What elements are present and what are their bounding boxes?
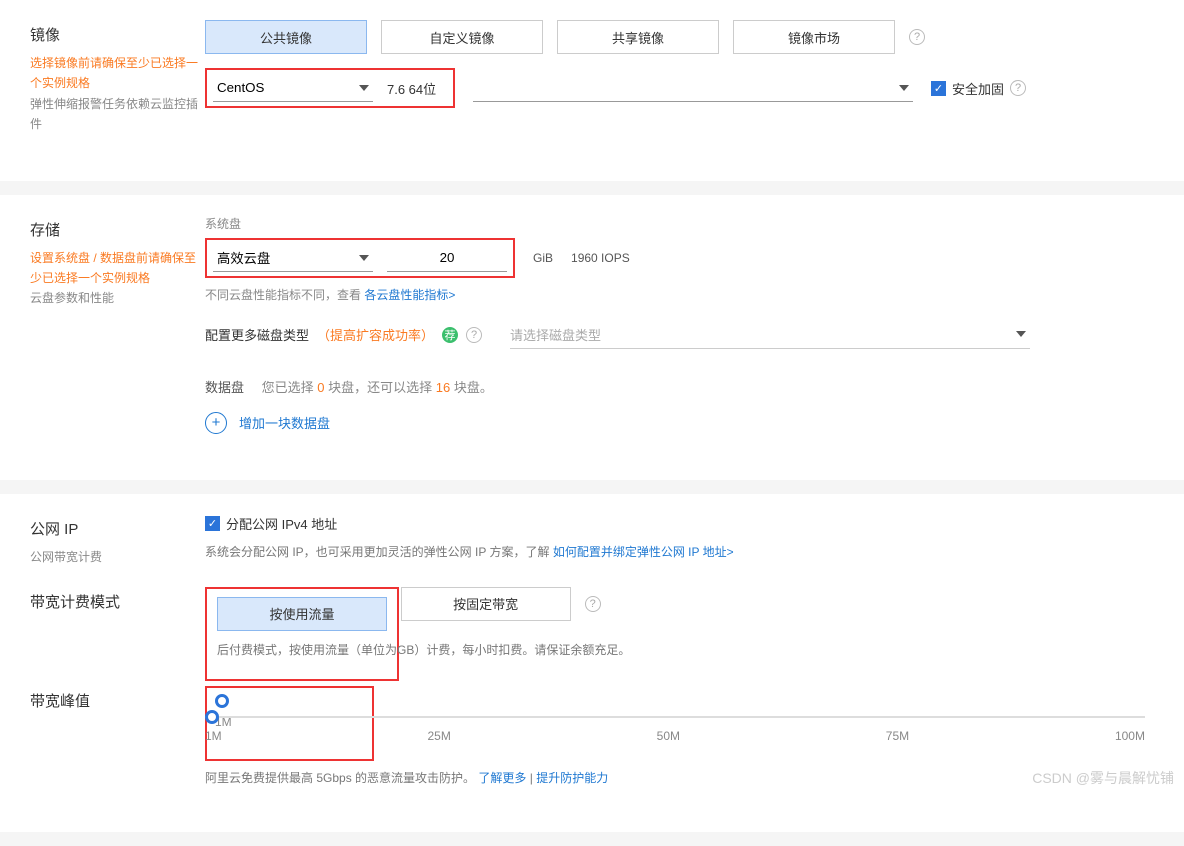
section-storage-title: 存储 [30, 219, 205, 240]
assign-ip-checkbox[interactable]: ✓ [205, 516, 220, 531]
secure-label: 安全加固 [952, 79, 1004, 98]
recommend-badge: 荐 [442, 327, 458, 343]
bandwidth-slider[interactable]: 1M 25M 50M 75M 100M [205, 709, 1145, 749]
sysdisk-unit: GiB [533, 251, 553, 265]
data-disk-label: 数据盘 [205, 380, 244, 395]
sysdisk-highlight-box [205, 238, 515, 278]
assign-ip-label: 分配公网 IPv4 地址 [226, 514, 337, 533]
slider-thumb-icon [215, 694, 229, 708]
os-version-select[interactable] [473, 74, 913, 102]
bw-tab-fixed[interactable]: 按固定带宽 [401, 587, 571, 621]
watermark: CSDN @雾与晨解忧铺 [1032, 768, 1174, 788]
secure-checkbox[interactable]: ✓ [931, 81, 946, 96]
section-ip-title: 公网 IP [30, 518, 205, 539]
bw-tab-traffic[interactable]: 按使用流量 [217, 597, 387, 631]
image-highlight-box: 7.6 64位 [205, 68, 455, 108]
os-version: 7.6 64位 [387, 79, 447, 98]
storage-hint: 云盘参数和性能 [30, 288, 205, 308]
add-disk-label[interactable]: 增加一块数据盘 [239, 413, 330, 432]
more-disk-tip: （提高扩容成功率） [317, 325, 434, 344]
image-tab-public[interactable]: 公共镜像 [205, 20, 367, 54]
image-tab-custom[interactable]: 自定义镜像 [381, 20, 543, 54]
image-tab-market[interactable]: 镜像市场 [733, 20, 895, 54]
os-select[interactable] [213, 74, 373, 102]
sysdisk-iops: 1960 IOPS [571, 251, 630, 265]
perf-text: 不同云盘性能指标不同，查看 [205, 288, 364, 302]
disk-type-select[interactable]: 请选择磁盘类型 [510, 321, 1030, 349]
more-disk-label: 配置更多磁盘类型 [205, 325, 309, 344]
sysdisk-label: 系统盘 [205, 215, 1154, 232]
section-image-title: 镜像 [30, 24, 205, 45]
ddos-more-link[interactable]: 了解更多 [478, 771, 526, 785]
ddos-upgrade-link[interactable]: 提升防护能力 [536, 771, 608, 785]
ip-sub: 公网带宽计费 [30, 547, 205, 567]
caret-icon [1016, 331, 1026, 337]
section-bwmode-title: 带宽计费模式 [30, 591, 205, 612]
bwmode-info: 后付费模式，按使用流量（单位为GB）计费，每小时扣费。请保证余额充足。 [217, 641, 737, 658]
add-disk-button[interactable]: + [205, 412, 227, 434]
section-peak-title: 带宽峰值 [30, 690, 205, 711]
image-warn: 选择镜像前请确保至少已选择一个实例规格 [30, 53, 205, 94]
image-hint: 弹性伸缩报警任务依赖云监控插件 [30, 94, 205, 135]
help-icon[interactable]: ? [466, 327, 482, 343]
perf-link[interactable]: 各云盘性能指标> [364, 288, 455, 302]
sysdisk-type-select[interactable] [213, 244, 373, 272]
storage-warn: 设置系统盘 / 数据盘前请确保至少已选择一个实例规格 [30, 248, 205, 289]
slider-thumb[interactable] [205, 710, 219, 724]
eip-link[interactable]: 如何配置并绑定弹性公网 IP 地址> [553, 545, 734, 559]
help-icon[interactable]: ? [909, 29, 925, 45]
help-icon[interactable]: ? [1010, 80, 1026, 96]
bwmode-highlight-box: 按使用流量 [205, 587, 399, 681]
help-icon[interactable]: ? [585, 596, 601, 612]
sysdisk-size-input[interactable] [387, 244, 507, 272]
image-tab-shared[interactable]: 共享镜像 [557, 20, 719, 54]
